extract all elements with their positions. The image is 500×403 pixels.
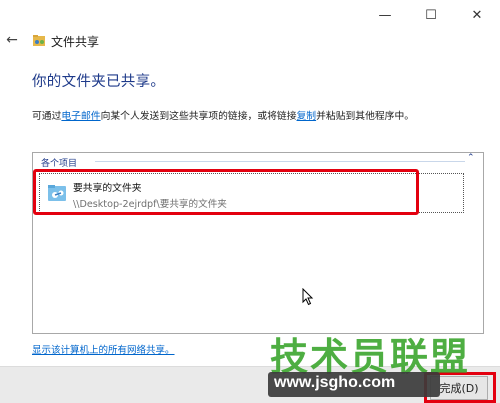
group-header: 各个项目 [41, 159, 78, 169]
desc-middle: 向某个人发送到这些共享项的链接，或将链接 [100, 111, 297, 122]
watermark-url: www.jsgho.com [274, 374, 396, 391]
group-divider [95, 161, 465, 162]
show-all-shares-link[interactable]: 显示该计算机上的所有网络共享。 [32, 342, 175, 356]
item-highlight-box [33, 169, 419, 215]
minimize-button[interactable]: — [362, 0, 408, 30]
share-folder-icon [33, 35, 45, 46]
copy-link[interactable]: 复制 [297, 111, 317, 122]
window-controls: — ☐ ✕ [362, 0, 500, 30]
mouse-cursor-icon [302, 288, 314, 306]
page-heading: 你的文件夹已共享。 [32, 74, 166, 90]
shared-items-list: 各个项目 ⌃ 要共享的文件夹 \\Desktop-2ejrdpf\要共享的文件夹 [32, 152, 484, 334]
maximize-button[interactable]: ☐ [408, 0, 454, 30]
desc-prefix: 可通过 [32, 111, 62, 122]
back-arrow-icon[interactable]: ← [4, 32, 20, 48]
close-button[interactable]: ✕ [454, 0, 500, 30]
description-text: 可通过电子邮件向某个人发送到这些共享项的链接，或将链接复制并粘贴到其他程序中。 [32, 108, 414, 122]
email-link[interactable]: 电子邮件 [61, 111, 100, 122]
desc-suffix: 并粘贴到其他程序中。 [316, 111, 415, 122]
window-title: 文件共享 [51, 35, 100, 49]
collapse-chevron-icon[interactable]: ⌃ [467, 153, 477, 165]
